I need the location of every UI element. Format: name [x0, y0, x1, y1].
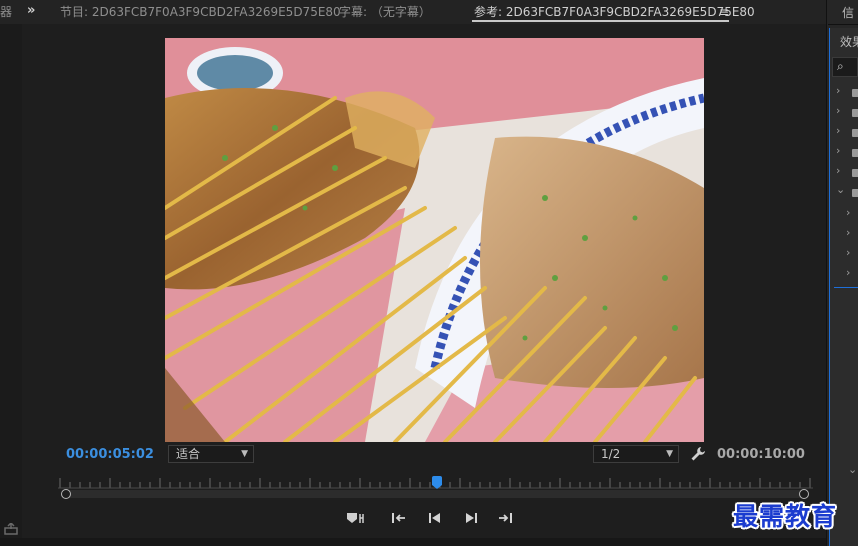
chevron-down-icon: ⌄ — [836, 183, 846, 196]
folder-icon — [852, 169, 858, 177]
chevron-right-icon[interactable]: › — [846, 246, 850, 259]
effects-folder-row[interactable]: › — [836, 124, 858, 140]
tab-captions[interactable]: 字幕: （无字幕） — [339, 2, 431, 22]
duration-timecode: 00:00:10:00 — [717, 447, 805, 462]
zoom-scrollbar[interactable] — [66, 490, 804, 498]
selection-line — [834, 287, 858, 288]
chevron-right-icon: › — [836, 144, 841, 157]
tab-effects[interactable]: 效果 — [840, 33, 858, 50]
export-frame-icon[interactable] — [4, 520, 18, 535]
step-forward-button[interactable] — [462, 510, 480, 528]
add-marker-button[interactable] — [346, 510, 368, 528]
left-panel-edge — [0, 24, 22, 546]
effects-folder-row[interactable]: › — [836, 144, 858, 160]
wrench-settings-icon[interactable] — [690, 446, 706, 462]
search-icon: ⌕ — [837, 59, 844, 73]
effects-folder-row[interactable]: › — [836, 104, 858, 120]
go-to-in-button[interactable] — [390, 510, 408, 528]
playback-resolution-select[interactable]: 1/2 ▼ — [593, 445, 679, 463]
tab-program-monitor[interactable]: 节目: 2D63FCB7F0A3F9CBD2FA3269E5D75E80 — [60, 2, 341, 22]
tab-info[interactable]: 信 — [842, 4, 854, 21]
zoom-fit-value: 适合 — [176, 447, 201, 461]
chevron-down-icon: ▼ — [666, 449, 673, 459]
folder-icon — [852, 89, 858, 97]
tab-reference-monitor[interactable]: 参考: 2D63FCB7F0A3F9CBD2FA3269E5D75E80 — [474, 2, 755, 22]
chevron-right-icon[interactable]: › — [846, 226, 850, 239]
video-preview[interactable] — [165, 38, 704, 442]
watermark-logo: 最需教育 — [733, 502, 838, 531]
zoom-handle-left[interactable] — [61, 489, 71, 499]
current-timecode[interactable]: 00:00:05:02 — [66, 447, 154, 462]
effects-search-input[interactable]: ⌕ — [832, 57, 858, 77]
chevron-down-icon: ▼ — [241, 449, 248, 459]
playhead[interactable] — [432, 476, 442, 489]
folder-icon — [852, 129, 858, 137]
chevron-down-icon[interactable]: ⌄ — [848, 463, 857, 476]
right-panel-divider — [828, 24, 858, 25]
active-tab-indicator — [472, 20, 729, 22]
chevron-right-icon[interactable]: › — [846, 206, 850, 219]
effects-folder-row[interactable]: › — [836, 84, 858, 100]
chevron-right-icon[interactable]: › — [846, 266, 850, 279]
playback-resolution-value: 1/2 — [601, 447, 621, 461]
panel-menu-icon[interactable]: ≡ — [719, 2, 729, 22]
panel-bottom-edge — [0, 538, 826, 546]
step-back-button[interactable] — [426, 510, 444, 528]
folder-icon — [852, 109, 858, 117]
folder-icon — [852, 189, 858, 197]
effects-folder-row[interactable]: › — [836, 164, 858, 180]
zoom-fit-select[interactable]: 适合 ▼ — [168, 445, 254, 463]
effects-folder-row-expanded[interactable]: ⌄ — [836, 183, 858, 200]
chevron-right-icon: › — [836, 84, 841, 97]
video-frame-image — [165, 38, 704, 442]
folder-icon — [852, 149, 858, 157]
panel-overflow-chevron-icon[interactable]: » — [27, 1, 35, 21]
chevron-right-icon: › — [836, 104, 841, 117]
tab-left-fragment[interactable]: 器 — [0, 2, 12, 22]
chevron-right-icon: › — [836, 164, 841, 177]
go-to-out-button[interactable] — [496, 510, 514, 528]
chevron-right-icon: › — [836, 124, 841, 137]
